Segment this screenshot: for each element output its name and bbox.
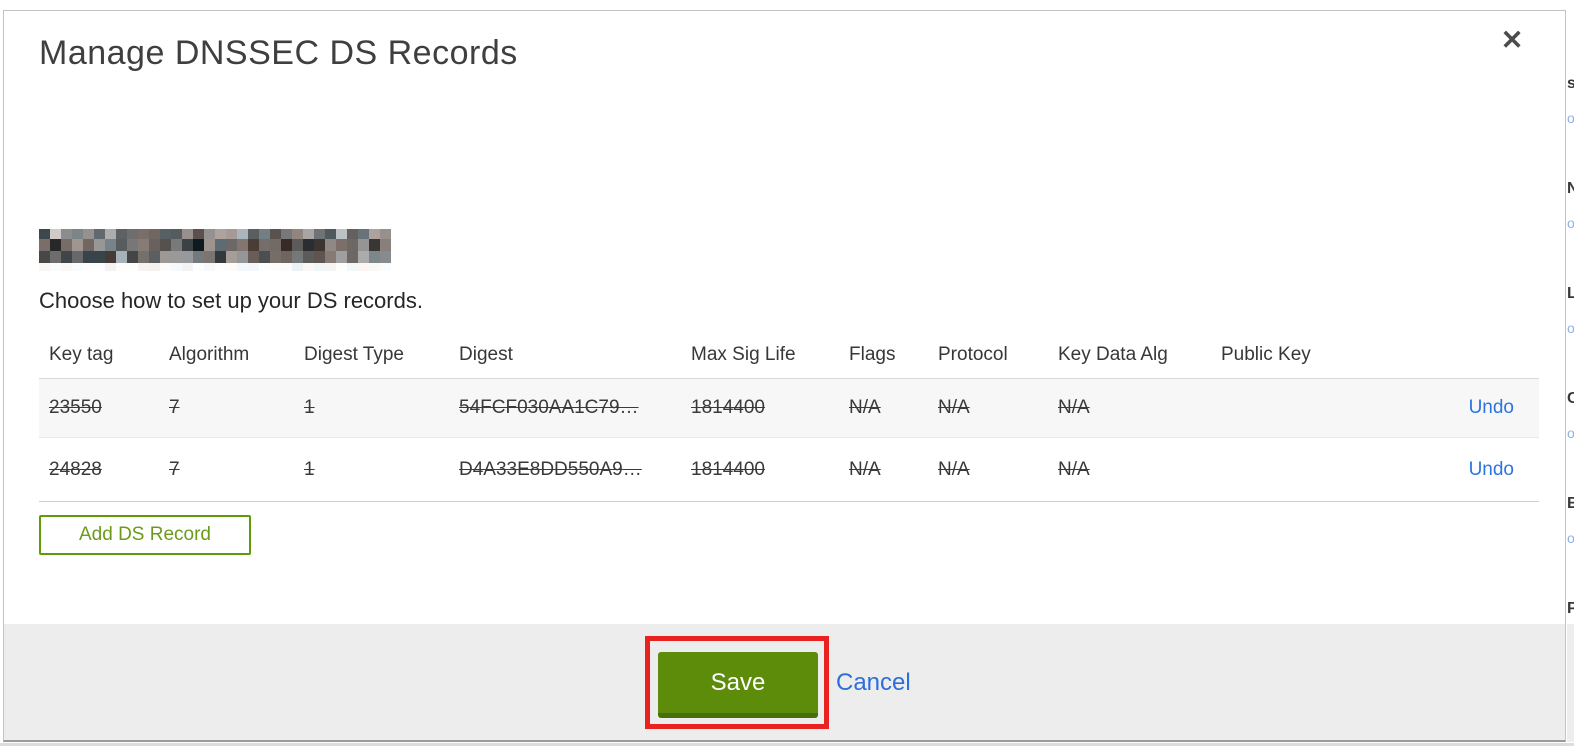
cell-algorithm: 7 xyxy=(169,397,180,418)
background-text-fragment: L xyxy=(1567,285,1574,302)
table-row: 24828 7 1 D4A33E8DD550A9… 1814400 N/A N/A N/A Un… xyxy=(39,438,1539,502)
background-link-fragment: o xyxy=(1567,215,1574,231)
column-header: Digest Type xyxy=(304,343,404,365)
background-page-strip: soNoLoCoEoPo xyxy=(1567,10,1574,742)
background-text-fragment: E xyxy=(1567,495,1574,512)
cell-protocol: N/A xyxy=(938,397,970,418)
add-ds-record-button[interactable]: Add DS Record xyxy=(39,515,251,555)
cell-max-sig-life: 1814400 xyxy=(691,397,765,418)
cell-key-data-alg: N/A xyxy=(1058,458,1090,480)
column-header: Digest xyxy=(459,343,513,365)
background-text-fragment: N xyxy=(1567,180,1574,197)
modal-title: Manage DNSSEC DS Records xyxy=(39,34,518,72)
cell-flags: N/A xyxy=(849,397,881,418)
close-icon[interactable]: ✕ xyxy=(1495,23,1529,57)
column-header: Protocol xyxy=(938,343,1008,365)
intro-text: Choose how to set up your DS records. xyxy=(39,288,423,313)
save-button[interactable]: Save xyxy=(658,652,818,718)
dnssec-ds-records-modal: Manage DNSSEC DS Records ✕ Choose how to… xyxy=(3,10,1566,742)
column-header: Key Data Alg xyxy=(1058,343,1168,365)
background-text-fragment: s xyxy=(1567,75,1574,92)
cell-key-tag: 24828 xyxy=(49,458,102,480)
cancel-link[interactable]: Cancel xyxy=(836,668,911,698)
background-link-fragment: o xyxy=(1567,530,1574,546)
undo-link[interactable]: Undo xyxy=(1469,459,1539,481)
column-header: Flags xyxy=(849,343,896,365)
cell-key-tag: 23550 xyxy=(49,397,102,418)
table-header-row: Key tag Algorithm Digest Type Digest Max Sig… xyxy=(39,331,1539,379)
background-text-fragment: P xyxy=(1567,600,1574,617)
undo-link[interactable]: Undo xyxy=(1469,397,1539,419)
cell-digest-type: 1 xyxy=(304,458,315,480)
background-link-fragment: o xyxy=(1567,425,1574,441)
background-link-fragment: o xyxy=(1567,110,1574,126)
table-row: 23550 7 1 54FCF030AA1C79… 1814400 N/A N/A N/A Un… xyxy=(39,379,1539,438)
background-link-fragment: o xyxy=(1567,320,1574,336)
cell-digest-type: 1 xyxy=(304,397,315,418)
cell-algorithm: 7 xyxy=(169,458,180,480)
redacted-domain-name xyxy=(39,229,393,273)
cell-protocol: N/A xyxy=(938,458,970,480)
column-header: Algorithm xyxy=(169,343,250,365)
cell-key-data-alg: N/A xyxy=(1058,397,1090,418)
ds-table-body: 23550 7 1 54FCF030AA1C79… 1814400 N/A N/A N/A Un… xyxy=(39,379,1539,502)
cell-digest: 54FCF030AA1C79… xyxy=(459,397,639,418)
cell-max-sig-life: 1814400 xyxy=(691,458,765,480)
column-header: Max Sig Life xyxy=(691,343,796,365)
background-text-fragment: C xyxy=(1567,390,1574,407)
cell-flags: N/A xyxy=(849,458,881,480)
ds-records-table: Key tag Algorithm Digest Type Digest Max Sig… xyxy=(39,331,1539,502)
column-header: Key tag xyxy=(49,343,114,365)
cell-digest: D4A33E8DD550A9… xyxy=(459,458,642,480)
column-header: Public Key xyxy=(1221,343,1311,365)
